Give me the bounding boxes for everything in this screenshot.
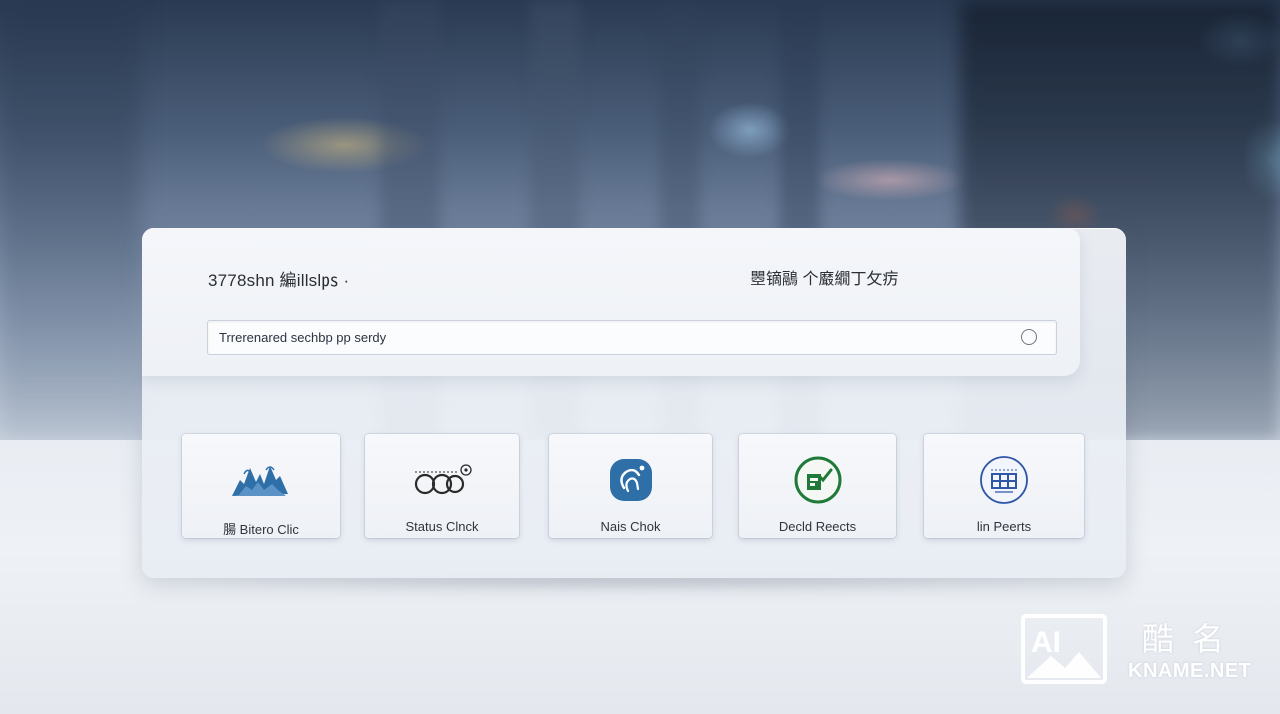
- server-rack-icon: [972, 456, 1036, 504]
- watermark-cn-text: 酷名: [1142, 621, 1243, 657]
- panel-subtitle: 瞾镝鷊 个黀繝丁攵疠: [750, 271, 899, 288]
- watermark-en-text: KNAME.NET: [1128, 660, 1252, 682]
- touch-app-icon: [599, 458, 663, 502]
- card-nais-chok[interactable]: Nais Chok: [549, 434, 712, 538]
- card-label: 腸 Bitero Clic: [223, 522, 299, 537]
- card-status-clnck[interactable]: Status Clnck: [365, 434, 519, 538]
- mountain-splash-icon: [229, 458, 293, 502]
- panel-header: 3778shn 編illsl㎰ · 瞾镝鷊 个黀繝丁攵疠: [142, 228, 1080, 376]
- card-label: Nais Chok: [600, 519, 661, 534]
- dashboard-panel: 3778shn 編illsl㎰ · 瞾镝鷊 个黀繝丁攵疠 腸 Bitero Cl…: [142, 228, 1126, 578]
- search-bar[interactable]: [207, 320, 1057, 355]
- document-check-icon: [786, 456, 850, 504]
- card-label: lin Peerts: [976, 519, 1032, 534]
- card-label: Status Clnck: [405, 519, 479, 534]
- watermark-logo: AI: [1021, 614, 1107, 684]
- glasses-icon: [410, 458, 474, 502]
- search-input[interactable]: [208, 321, 1008, 354]
- search-icon[interactable]: [1021, 329, 1037, 345]
- card-bitero-clic[interactable]: 腸 Bitero Clic: [182, 434, 340, 538]
- background-window-left: [0, 0, 140, 440]
- card-decld-reects[interactable]: Decld Reects: [739, 434, 896, 538]
- panel-title: 3778shn 編illsl㎰ ·: [208, 271, 350, 290]
- card-lin-peerts[interactable]: lin Peerts: [924, 434, 1084, 538]
- watermark-logo-text: AI: [1031, 626, 1061, 659]
- card-label: Decld Reects: [778, 519, 857, 534]
